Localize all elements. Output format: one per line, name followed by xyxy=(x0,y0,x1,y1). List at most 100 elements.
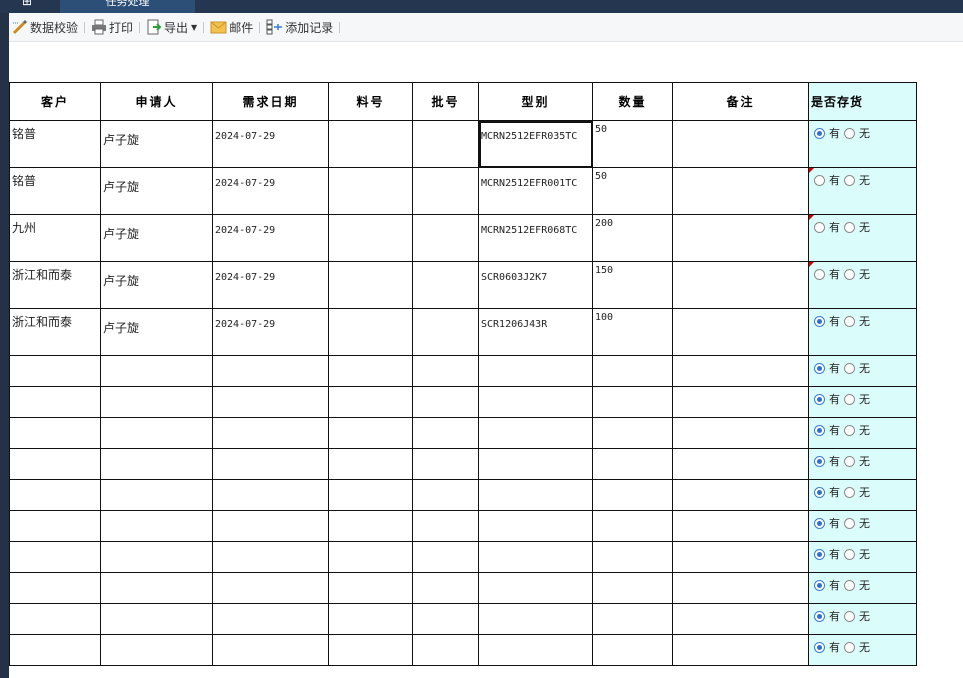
empty-cell[interactable] xyxy=(328,572,413,604)
export-button[interactable]: 导出 ▼ xyxy=(143,16,200,38)
radio-no[interactable] xyxy=(844,641,855,653)
cell-date[interactable]: 2024-07-29 xyxy=(212,308,329,356)
empty-cell[interactable] xyxy=(478,417,593,449)
radio-no[interactable] xyxy=(844,362,855,374)
cell-customer[interactable]: 浙江和而泰 xyxy=(9,261,101,309)
radio-no[interactable] xyxy=(844,127,855,139)
cell-customer[interactable]: 九州 xyxy=(9,214,101,262)
cell-remark[interactable] xyxy=(672,308,809,356)
cell-date[interactable]: 2024-07-29 xyxy=(212,120,329,168)
empty-cell[interactable] xyxy=(328,603,413,635)
radio-yes[interactable] xyxy=(814,127,825,139)
empty-cell[interactable] xyxy=(9,479,101,511)
cell-customer[interactable]: 浙江和而泰 xyxy=(9,308,101,356)
empty-cell[interactable] xyxy=(592,634,673,666)
cell-qty[interactable]: 200 xyxy=(592,214,673,262)
empty-cell[interactable] xyxy=(9,572,101,604)
empty-cell[interactable] xyxy=(672,386,809,418)
cell-applicant[interactable]: 卢子旋 xyxy=(100,214,213,262)
cell-batch-no[interactable] xyxy=(412,261,479,309)
radio-yes[interactable] xyxy=(814,393,825,405)
cell-model[interactable]: MCRN2512EFR001TC xyxy=(478,167,593,215)
empty-cell[interactable] xyxy=(100,355,213,387)
empty-cell[interactable] xyxy=(412,510,479,542)
cell-qty[interactable]: 50 xyxy=(592,167,673,215)
empty-cell[interactable] xyxy=(592,355,673,387)
cell-part-no[interactable] xyxy=(328,167,413,215)
cell-remark[interactable] xyxy=(672,261,809,309)
cell-qty[interactable]: 100 xyxy=(592,308,673,356)
empty-cell[interactable] xyxy=(412,355,479,387)
empty-cell[interactable] xyxy=(100,572,213,604)
empty-cell[interactable] xyxy=(100,386,213,418)
empty-cell[interactable] xyxy=(592,448,673,480)
radio-yes[interactable] xyxy=(814,315,825,327)
empty-cell[interactable] xyxy=(672,541,809,573)
empty-cell[interactable] xyxy=(328,386,413,418)
empty-cell[interactable] xyxy=(592,541,673,573)
empty-cell[interactable] xyxy=(592,603,673,635)
cell-qty[interactable]: 150 xyxy=(592,261,673,309)
radio-yes[interactable] xyxy=(814,610,825,622)
empty-cell[interactable] xyxy=(478,603,593,635)
radio-no[interactable] xyxy=(844,424,855,436)
empty-cell[interactable] xyxy=(478,479,593,511)
radio-no[interactable] xyxy=(844,393,855,405)
add-record-button[interactable]: 添加记录 xyxy=(263,16,336,38)
empty-cell[interactable] xyxy=(412,634,479,666)
radio-yes[interactable] xyxy=(814,486,825,498)
empty-cell[interactable] xyxy=(592,386,673,418)
empty-cell[interactable] xyxy=(100,634,213,666)
empty-cell[interactable] xyxy=(672,355,809,387)
radio-no[interactable] xyxy=(844,315,855,327)
empty-cell[interactable] xyxy=(672,417,809,449)
radio-yes[interactable] xyxy=(814,548,825,560)
cell-remark[interactable] xyxy=(672,120,809,168)
empty-cell[interactable] xyxy=(212,541,329,573)
radio-no[interactable] xyxy=(844,268,855,280)
cell-batch-no[interactable] xyxy=(412,214,479,262)
empty-cell[interactable] xyxy=(328,479,413,511)
empty-cell[interactable] xyxy=(412,479,479,511)
cell-applicant[interactable]: 卢子旋 xyxy=(100,308,213,356)
empty-cell[interactable] xyxy=(672,448,809,480)
radio-no[interactable] xyxy=(844,610,855,622)
radio-no[interactable] xyxy=(844,579,855,591)
radio-yes[interactable] xyxy=(814,268,825,280)
empty-cell[interactable] xyxy=(412,386,479,418)
empty-cell[interactable] xyxy=(9,386,101,418)
radio-yes[interactable] xyxy=(814,362,825,374)
empty-cell[interactable] xyxy=(478,386,593,418)
empty-cell[interactable] xyxy=(212,386,329,418)
radio-no[interactable] xyxy=(844,517,855,529)
empty-cell[interactable] xyxy=(100,479,213,511)
empty-cell[interactable] xyxy=(478,510,593,542)
radio-yes[interactable] xyxy=(814,221,825,233)
empty-cell[interactable] xyxy=(412,603,479,635)
empty-cell[interactable] xyxy=(100,510,213,542)
radio-no[interactable] xyxy=(844,486,855,498)
empty-cell[interactable] xyxy=(328,355,413,387)
cell-part-no[interactable] xyxy=(328,261,413,309)
empty-cell[interactable] xyxy=(9,417,101,449)
empty-cell[interactable] xyxy=(672,479,809,511)
cell-applicant[interactable]: 卢子旋 xyxy=(100,261,213,309)
empty-cell[interactable] xyxy=(412,572,479,604)
empty-cell[interactable] xyxy=(478,572,593,604)
empty-cell[interactable] xyxy=(212,603,329,635)
empty-cell[interactable] xyxy=(592,572,673,604)
empty-cell[interactable] xyxy=(672,572,809,604)
cell-model[interactable]: MCRN2512EFR035TC xyxy=(478,120,593,168)
radio-no[interactable] xyxy=(844,548,855,560)
empty-cell[interactable] xyxy=(100,417,213,449)
cell-model[interactable]: MCRN2512EFR068TC xyxy=(478,214,593,262)
cell-customer[interactable]: 铭普 xyxy=(9,167,101,215)
empty-cell[interactable] xyxy=(592,417,673,449)
cell-part-no[interactable] xyxy=(328,308,413,356)
cell-date[interactable]: 2024-07-29 xyxy=(212,214,329,262)
empty-cell[interactable] xyxy=(328,541,413,573)
empty-cell[interactable] xyxy=(9,355,101,387)
cell-part-no[interactable] xyxy=(328,214,413,262)
empty-cell[interactable] xyxy=(212,510,329,542)
empty-cell[interactable] xyxy=(9,510,101,542)
